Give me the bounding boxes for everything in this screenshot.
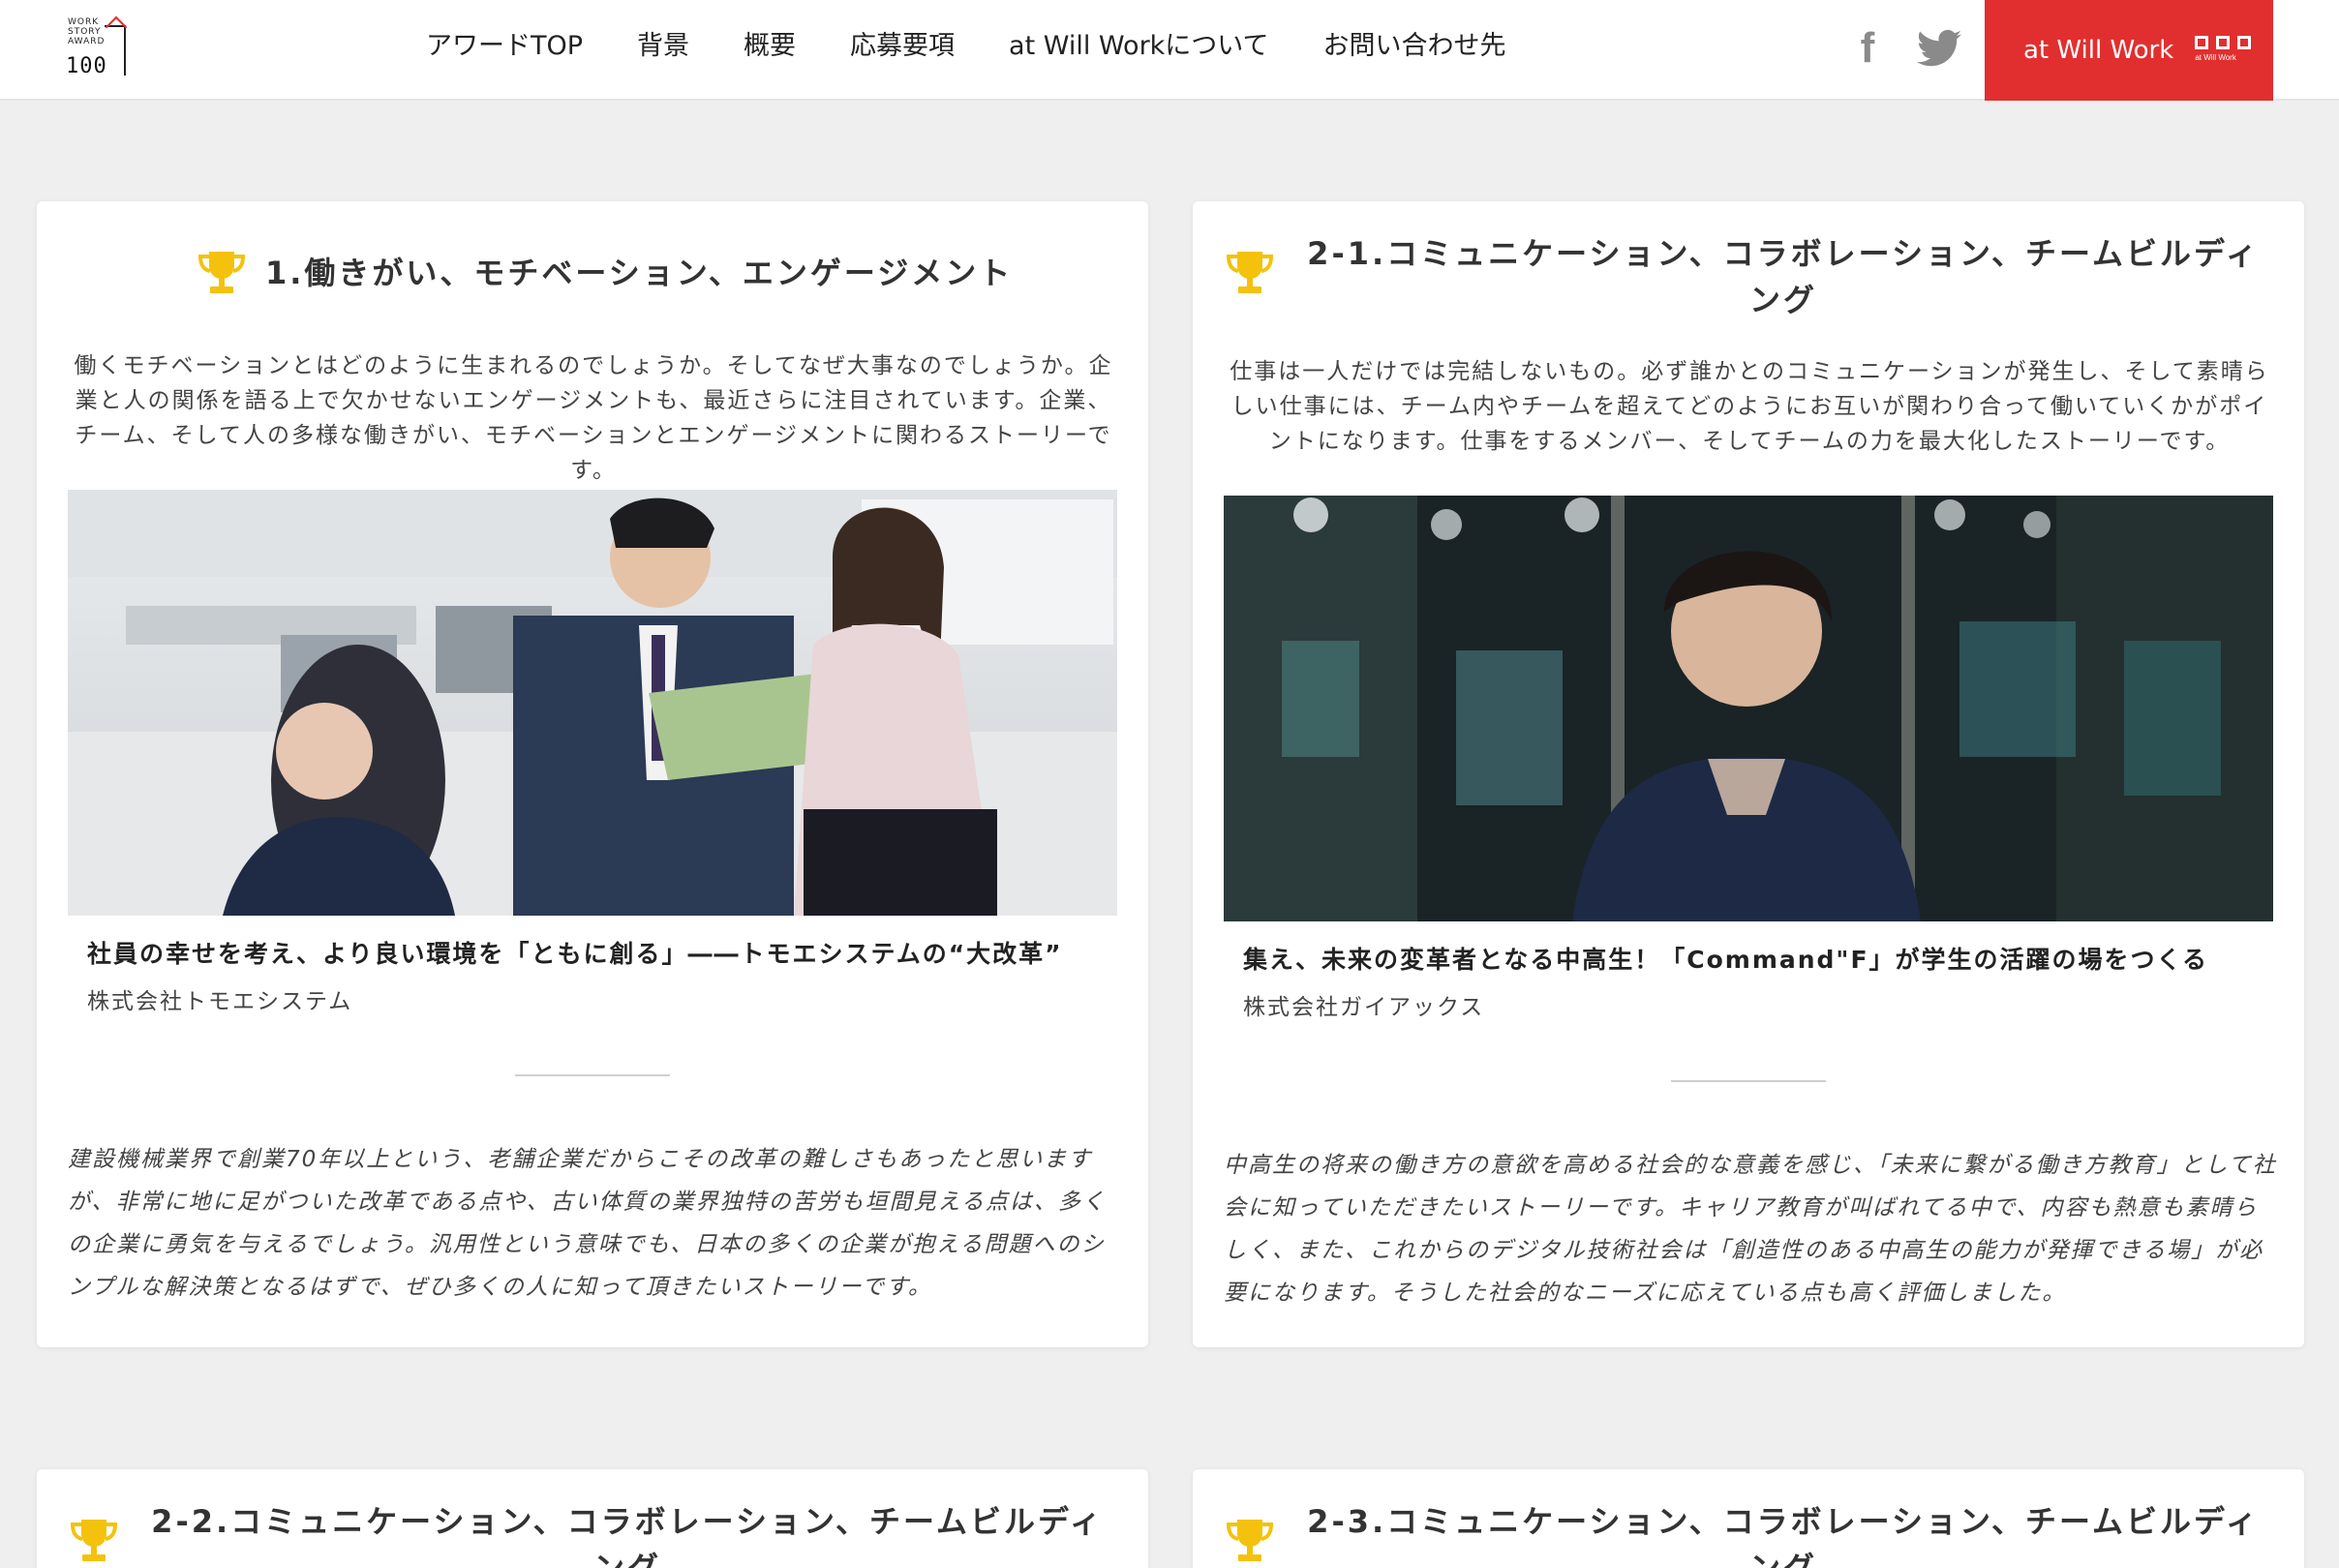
story-title-link[interactable]: 集え、未来の変革者となる中高生！「Command"F」が学生の活躍の場をつくる: [1243, 943, 2208, 978]
facebook-icon[interactable]: f: [1853, 24, 1882, 73]
story-photo[interactable]: [68, 490, 1117, 916]
at-will-work-label: at Will Work: [2023, 36, 2174, 65]
at-will-work-mark-icon: at Will Work: [2195, 34, 2253, 67]
social-links: f: [1853, 24, 1961, 73]
nav-background[interactable]: 背景: [637, 27, 689, 70]
category-card: 2-2.コミュニケーション、コラボレーション、チームビルディング: [37, 1469, 1148, 1568]
trophy-icon: [70, 1520, 118, 1561]
divider: [1671, 1080, 1826, 1082]
category-title: 1.働きがい、モチベーション、エンゲージメント: [265, 255, 1014, 291]
nav-contact[interactable]: お問い合わせ先: [1323, 27, 1506, 70]
nav-award-top[interactable]: アワードTOP: [426, 27, 583, 70]
at-will-work-button[interactable]: at Will Work at Will Work: [1985, 0, 2273, 101]
mark-caption: at Will Work: [2195, 53, 2236, 62]
judge-comment: 中高生の将来の働き方の意欲を高める社会的な意義を感じ、「未来に繋がる働き方教育」…: [1224, 1153, 2277, 1306]
category-description: 仕事は一人だけでは完結しないもの。必ず誰かとのコミュニケーションが発生し、そして…: [1230, 359, 2269, 454]
trophy-icon: [1226, 1520, 1274, 1561]
twitter-icon[interactable]: [1917, 29, 1961, 68]
office-photo-illustration: [68, 490, 1117, 916]
portrait-photo-illustration: [1224, 496, 2273, 921]
category-description: 働くモチベーションとはどのように生まれるのでしょうか。そしてなぜ大事なのでしょう…: [74, 353, 1113, 483]
nav-overview[interactable]: 概要: [744, 27, 796, 70]
nav-about-at-will-work[interactable]: at Will Workについて: [1009, 27, 1268, 70]
story-title-link[interactable]: 社員の幸せを考え、より良い環境を「ともに創る」――トモエシステムの“大改革”: [87, 937, 1063, 972]
story-photo[interactable]: [1224, 496, 2273, 921]
category-title: 2-1.コミュニケーション、コラボレーション、チームビルディング: [1307, 235, 2260, 318]
divider: [515, 1074, 670, 1076]
company-name: 株式会社ガイアックス: [1243, 995, 1485, 1020]
site-header: WORK STORY AWARD 100 アワードTOP 背景 概要 応募要項 …: [0, 0, 2339, 101]
category-card: 2-1.コミュニケーション、コラボレーション、チームビルディング 仕事は一人だけ…: [1193, 201, 2304, 1347]
category-title: 2-3.コミュニケーション、コラボレーション、チームビルディング: [1307, 1503, 2260, 1568]
category-title: 2-2.コミュニケーション、コラボレーション、チームビルディング: [151, 1503, 1104, 1568]
category-card: 2-3.コミュニケーション、コラボレーション、チームビルディング: [1193, 1469, 2304, 1568]
company-name: 株式会社トモエシステム: [87, 989, 353, 1014]
judge-comment: 建設機械業界で創業70年以上という、老舗企業だからこその改革の難しさもあったと思…: [68, 1147, 1107, 1300]
logo-number: 100: [66, 54, 107, 78]
logo-text: WORK STORY AWARD: [68, 17, 106, 46]
nav-guidelines[interactable]: 応募要項: [850, 27, 955, 70]
category-card: 1.働きがい、モチベーション、エンゲージメント 働くモチベーションとはどのように…: [37, 201, 1148, 1347]
trophy-icon: [197, 252, 246, 293]
trophy-icon: [1226, 252, 1274, 293]
main-nav: アワードTOP 背景 概要 応募要項 at Will Workについて お問い合…: [426, 27, 1561, 70]
work-story-award-logo[interactable]: WORK STORY AWARD 100: [66, 15, 128, 79]
